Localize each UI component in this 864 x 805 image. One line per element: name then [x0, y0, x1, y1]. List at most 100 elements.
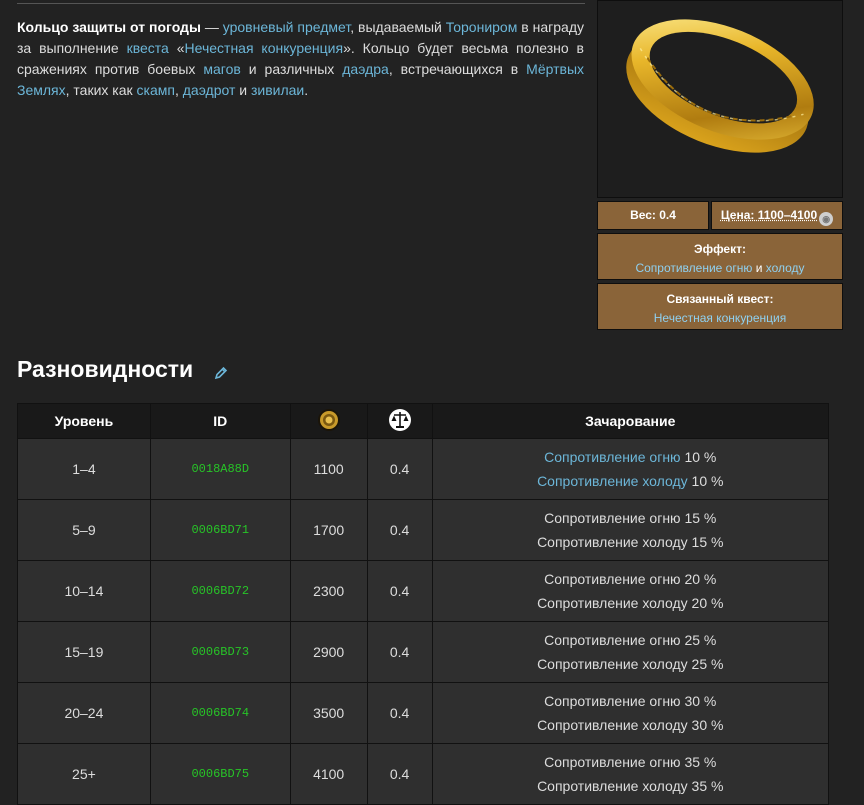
enchant-fire-value: 10 %: [680, 448, 717, 465]
enchant-frost-value: 10 %: [687, 473, 724, 489]
enchant-fire-label: Сопротивление огню: [544, 509, 681, 526]
enchant-fire-line: Сопротивление огню 25 %: [433, 628, 828, 653]
table-row: 15–19 0006BD73 2900 0.4 Сопротивление огню 2…: [17, 621, 830, 683]
header-price: [289, 403, 368, 439]
cell-weight: 0.4: [366, 621, 433, 683]
enchant-frost-line: Сопротивление холоду 15 %: [433, 530, 828, 555]
gold-ring-image: [626, 19, 814, 153]
weight-cell: Вес: 0.4: [597, 201, 709, 230]
cell-weight: 0.4: [366, 438, 433, 500]
cell-enchant: Сопротивление огню 10 % Сопротивление хол…: [431, 438, 830, 500]
intro-link[interactable]: уровневый предмет: [223, 19, 350, 35]
enchant-fire-line: Сопротивление огню 35 %: [433, 750, 828, 775]
table-row: 20–24 0006BD74 3500 0.4 Сопротивление огню 3…: [17, 682, 830, 744]
cell-id: 0018A88D: [149, 438, 291, 500]
table-row: 10–14 0006BD72 2300 0.4 Сопротивление огню 2…: [17, 560, 830, 622]
enchant-fire-label: Сопротивление огню: [544, 753, 681, 770]
cell-weight: 0.4: [366, 560, 433, 622]
table-row: 5–9 0006BD71 1700 0.4 Сопротивление огню 15 …: [17, 499, 830, 561]
intro-text: , выдаваемый: [350, 19, 446, 35]
intro-text: —: [200, 19, 223, 35]
intro-link[interactable]: Торониром: [446, 19, 518, 35]
cell-id: 0006BD74: [149, 682, 291, 744]
header-level: Уровень: [17, 403, 151, 439]
table-header-row: Уровень ID Зачарование: [17, 403, 830, 439]
cell-price: 3500: [289, 682, 368, 744]
enchant-frost-line: Сопротивление холоду 20 %: [433, 591, 828, 616]
header-weight: [366, 403, 433, 439]
top-divider: [17, 3, 585, 4]
enchant-fire-line: Сопротивление огню 20 %: [433, 567, 828, 592]
cell-id: 0006BD71: [149, 499, 291, 561]
cell-id: 0006BD72: [149, 560, 291, 622]
enchant-frost-value: 15 %: [687, 534, 724, 550]
enchant-fire-label: Сопротивление огню: [544, 692, 681, 709]
intro-link[interactable]: зивилаи: [251, 82, 304, 98]
cell-id: 0006BD75: [149, 743, 291, 805]
price-text: Цена: 1100–4100: [720, 208, 818, 222]
cell-enchant: Сопротивление огню 25 % Сопротивление хол…: [431, 621, 830, 683]
enchant-frost-label: Сопротивление холоду: [537, 717, 688, 733]
cell-price: 1700: [289, 499, 368, 561]
cell-price: 2900: [289, 621, 368, 683]
enchant-frost-label: Сопротивление холоду: [537, 778, 688, 794]
enchant-fire-line: Сопротивление огню 15 %: [433, 506, 828, 531]
enchant-fire-value: 35 %: [680, 753, 717, 770]
cell-weight: 0.4: [366, 743, 433, 805]
header-enchant: Зачарование: [431, 403, 830, 439]
section-title: Разновидности: [17, 356, 194, 382]
price-cell: Цена: 1100–4100 ◉: [711, 201, 843, 230]
pencil-icon[interactable]: [214, 366, 228, 380]
enchant-frost-value: 30 %: [687, 717, 724, 733]
effect-link-fire[interactable]: Сопротивление огню: [635, 261, 752, 275]
enchant-frost-value: 35 %: [687, 778, 724, 794]
intro-text: , таких как: [65, 82, 137, 98]
enchant-fire-value: 30 %: [680, 692, 717, 709]
enchant-frost-line: Сопротивление холоду 30 %: [433, 713, 828, 738]
intro-text: ,: [174, 82, 183, 98]
table-row: 25+ 0006BD75 4100 0.4 Сопротивление огню 35 …: [17, 743, 830, 805]
enchant-fire-value: 20 %: [680, 570, 717, 587]
intro-link[interactable]: магов: [203, 61, 240, 77]
cell-enchant: Сопротивление огню 20 % Сопротивление хол…: [431, 560, 830, 622]
enchant-frost-line: Сопротивление холоду 10 %: [433, 469, 828, 494]
enchant-frost-label: Сопротивление холоду: [537, 595, 688, 611]
enchant-frost-label: Сопротивление холоду: [537, 534, 688, 550]
cell-level: 15–19: [17, 621, 151, 683]
ring-image: [597, 0, 843, 198]
enchant-fire-value: 25 %: [680, 631, 717, 648]
intro-link[interactable]: даэдрот: [183, 82, 236, 98]
intro-text: и: [235, 82, 251, 98]
intro-link[interactable]: квеста: [127, 40, 169, 56]
variants-table: Уровень ID Зачарование 1–4 0018A88D 1100…: [17, 403, 830, 805]
effect-title: Эффект:: [694, 242, 746, 256]
quest-link[interactable]: Нечестная конкуренция: [654, 311, 786, 325]
enchant-fire-line: Сопротивление огню 10 %: [433, 445, 828, 470]
cell-level: 10–14: [17, 560, 151, 622]
item-name: Кольцо защиты от погоды: [17, 19, 201, 35]
cell-enchant: Сопротивление огню 15 % Сопротивление хол…: [431, 499, 830, 561]
cell-level: 20–24: [17, 682, 151, 744]
weight-text: Вес: 0.4: [630, 208, 676, 222]
cell-level: 5–9: [17, 499, 151, 561]
enchant-frost-value: 20 %: [687, 595, 724, 611]
intro-text: и различных: [240, 61, 343, 77]
cell-weight: 0.4: [366, 499, 433, 561]
scales-icon: [388, 408, 411, 431]
enchant-fire-link[interactable]: Сопротивление огню: [544, 449, 680, 465]
intro-link[interactable]: даэдра: [342, 61, 389, 77]
cell-level: 25+: [17, 743, 151, 805]
enchant-fire-line: Сопротивление огню 30 %: [433, 689, 828, 714]
intro-link[interactable]: Нечестная конкуренция: [185, 40, 344, 56]
effect-link-frost[interactable]: холоду: [766, 261, 805, 275]
effect-value: Сопротивление огню и холоду: [598, 259, 842, 278]
cell-price: 4100: [289, 743, 368, 805]
enchant-frost-link[interactable]: Сопротивление холоду: [537, 473, 688, 489]
intro-link[interactable]: скамп: [137, 82, 175, 98]
enchant-fire-label: Сопротивление огню: [544, 631, 681, 648]
effect-cell: Эффект: Сопротивление огню и холоду: [597, 233, 843, 280]
header-id: ID: [149, 403, 291, 439]
enchant-frost-line: Сопротивление холоду 35 %: [433, 774, 828, 799]
cell-price: 2300: [289, 560, 368, 622]
cell-enchant: Сопротивление огню 30 % Сопротивление хол…: [431, 682, 830, 744]
